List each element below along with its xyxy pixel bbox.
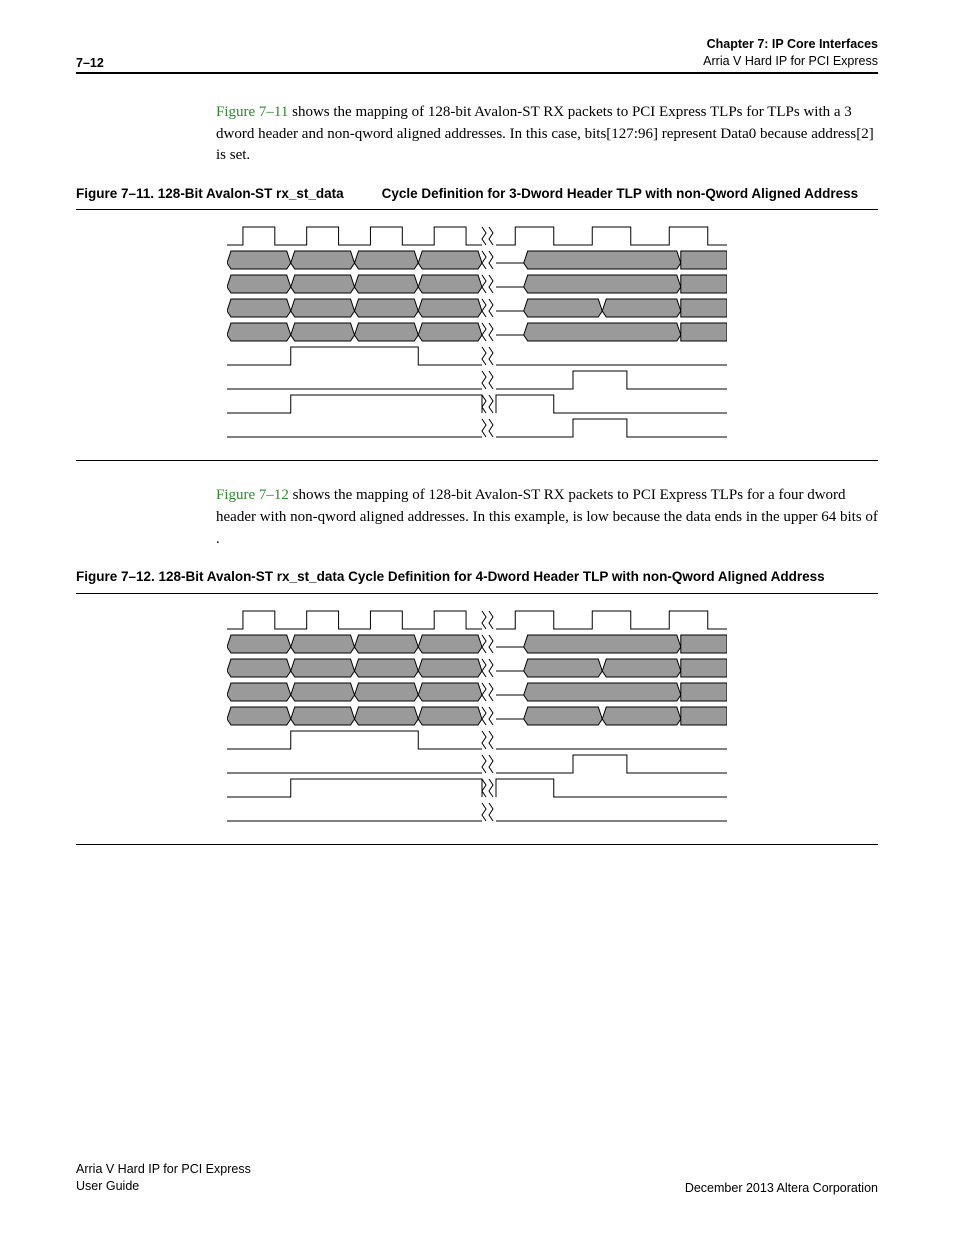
chapter-subtitle: Arria V Hard IP for PCI Express — [703, 53, 878, 70]
figure-7-12-caption: Figure 7–12. 128-Bit Avalon-ST rx_st_dat… — [76, 568, 878, 586]
footer-right: December 2013 Altera Corporation — [685, 1181, 878, 1195]
figure-7-11-caption-suffix: Cycle Definition for 3-Dword Header TLP … — [382, 186, 859, 201]
figure-7-12-bottom-rule — [76, 844, 878, 845]
figure-7-11-top-rule — [76, 209, 878, 210]
timing-diagram-1 — [227, 224, 727, 446]
paragraph-1-text: shows the mapping of 128-bit Avalon-ST R… — [216, 104, 874, 164]
timing-diagram-2 — [227, 608, 727, 830]
figure-7-11-bottom-rule — [76, 460, 878, 461]
footer-doc-title: Arria V Hard IP for PCI Express — [76, 1161, 251, 1178]
page-footer: Arria V Hard IP for PCI Express User Gui… — [76, 1161, 878, 1195]
header-rule — [76, 72, 878, 74]
paragraph-2-text-b: is low because the data ends in the uppe… — [573, 509, 878, 525]
paragraph-1: Figure 7–11 shows the mapping of 128-bit… — [216, 102, 878, 167]
figure-7-11-caption-prefix: Figure 7–11. 128-Bit Avalon-ST rx_st_dat… — [76, 186, 344, 201]
header-right: Chapter 7: IP Core Interfaces Arria V Ha… — [703, 36, 878, 70]
footer-left: Arria V Hard IP for PCI Express User Gui… — [76, 1161, 251, 1195]
page-number: 7–12 — [76, 56, 104, 70]
paragraph-2-text-c: . — [216, 531, 220, 547]
figure-7-11-caption: Figure 7–11. 128-Bit Avalon-ST rx_st_dat… — [76, 185, 878, 203]
figure-7-11-diagram — [76, 224, 878, 446]
figure-7-12-top-rule — [76, 593, 878, 594]
figure-7-12-diagram — [76, 608, 878, 830]
figure-ref-7-11[interactable]: Figure 7–11 — [216, 104, 288, 120]
page-header: 7–12 Chapter 7: IP Core Interfaces Arria… — [76, 36, 878, 70]
paragraph-2: Figure 7–12 shows the mapping of 128-bit… — [216, 485, 878, 550]
page: 7–12 Chapter 7: IP Core Interfaces Arria… — [0, 0, 954, 1235]
figure-ref-7-12[interactable]: Figure 7–12 — [216, 487, 289, 503]
chapter-title: Chapter 7: IP Core Interfaces — [703, 36, 878, 53]
footer-doc-subtitle: User Guide — [76, 1178, 251, 1195]
